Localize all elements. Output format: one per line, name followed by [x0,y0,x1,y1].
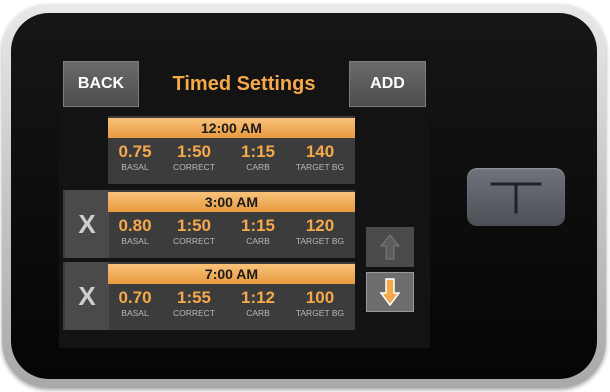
page-title: Timed Settings [172,72,316,95]
correct-cell: 1:50 CORRECT [164,212,224,258]
target-bg-cell: 100 TARGET BG [288,284,352,330]
basal-value: 0.80 [118,216,152,235]
correct-label: CORRECT [172,236,216,246]
row-values: 0.70 BASAL 1:55 CORRECT 1:12 CARB 100 TA… [108,284,355,330]
basal-cell: 0.75 BASAL [112,138,158,184]
correct-cell: 1:55 CORRECT [164,284,224,330]
timed-setting-row[interactable]: 12:00 AM 0.75 BASAL 1:50 CORRECT 1:15 CA… [59,116,430,184]
target-bg-label: TARGET BG [295,162,345,172]
correct-cell: 1:50 CORRECT [164,138,224,184]
basal-cell: 0.70 BASAL [112,284,158,330]
basal-cell: 0.80 BASAL [112,212,158,258]
add-button[interactable]: ADD [349,61,426,107]
carb-cell: 1:12 CARB [230,284,286,330]
carb-label: CARB [246,162,270,172]
scroll-up-button[interactable] [366,227,414,267]
correct-label: CORRECT [172,162,216,172]
basal-label: BASAL [121,162,149,172]
correct-value: 1:55 [176,288,212,307]
basal-label: BASAL [121,308,149,318]
row-time: 12:00 AM [108,118,355,138]
row-time: 7:00 AM [108,264,355,284]
carb-value: 1:12 [240,288,276,307]
scroll-down-button[interactable] [366,272,414,312]
delete-row-button[interactable]: X [65,190,109,258]
target-bg-label: TARGET BG [295,236,345,246]
basal-value: 0.70 [118,288,152,307]
carb-value: 1:15 [240,142,276,161]
t-logo-icon [490,182,542,214]
carb-label: CARB [246,236,270,246]
row-values: 0.80 BASAL 1:50 CORRECT 1:15 CARB 120 TA… [108,212,355,258]
target-bg-value: 100 [305,288,335,307]
arrow-up-icon [379,234,401,260]
carb-value: 1:15 [240,216,276,235]
carb-cell: 1:15 CARB [230,212,286,258]
carb-label: CARB [246,308,270,318]
basal-label: BASAL [121,236,149,246]
correct-value: 1:50 [176,142,212,161]
target-bg-value: 140 [305,142,335,161]
arrow-down-icon [379,278,401,307]
back-button[interactable]: BACK [63,61,139,107]
target-bg-value: 120 [305,216,335,235]
carb-cell: 1:15 CARB [230,138,286,184]
home-button[interactable] [467,168,565,226]
touch-screen: BACK Timed Settings ADD 12:00 AM 0.75 BA… [59,58,430,348]
target-bg-cell: 140 TARGET BG [288,138,352,184]
row-values: 0.75 BASAL 1:50 CORRECT 1:15 CARB 140 TA… [108,138,355,184]
target-bg-label: TARGET BG [295,308,345,318]
correct-value: 1:50 [176,216,212,235]
correct-label: CORRECT [172,308,216,318]
delete-row-button[interactable]: X [65,262,109,330]
target-bg-cell: 120 TARGET BG [288,212,352,258]
basal-value: 0.75 [118,142,152,161]
row-time: 3:00 AM [108,192,355,212]
